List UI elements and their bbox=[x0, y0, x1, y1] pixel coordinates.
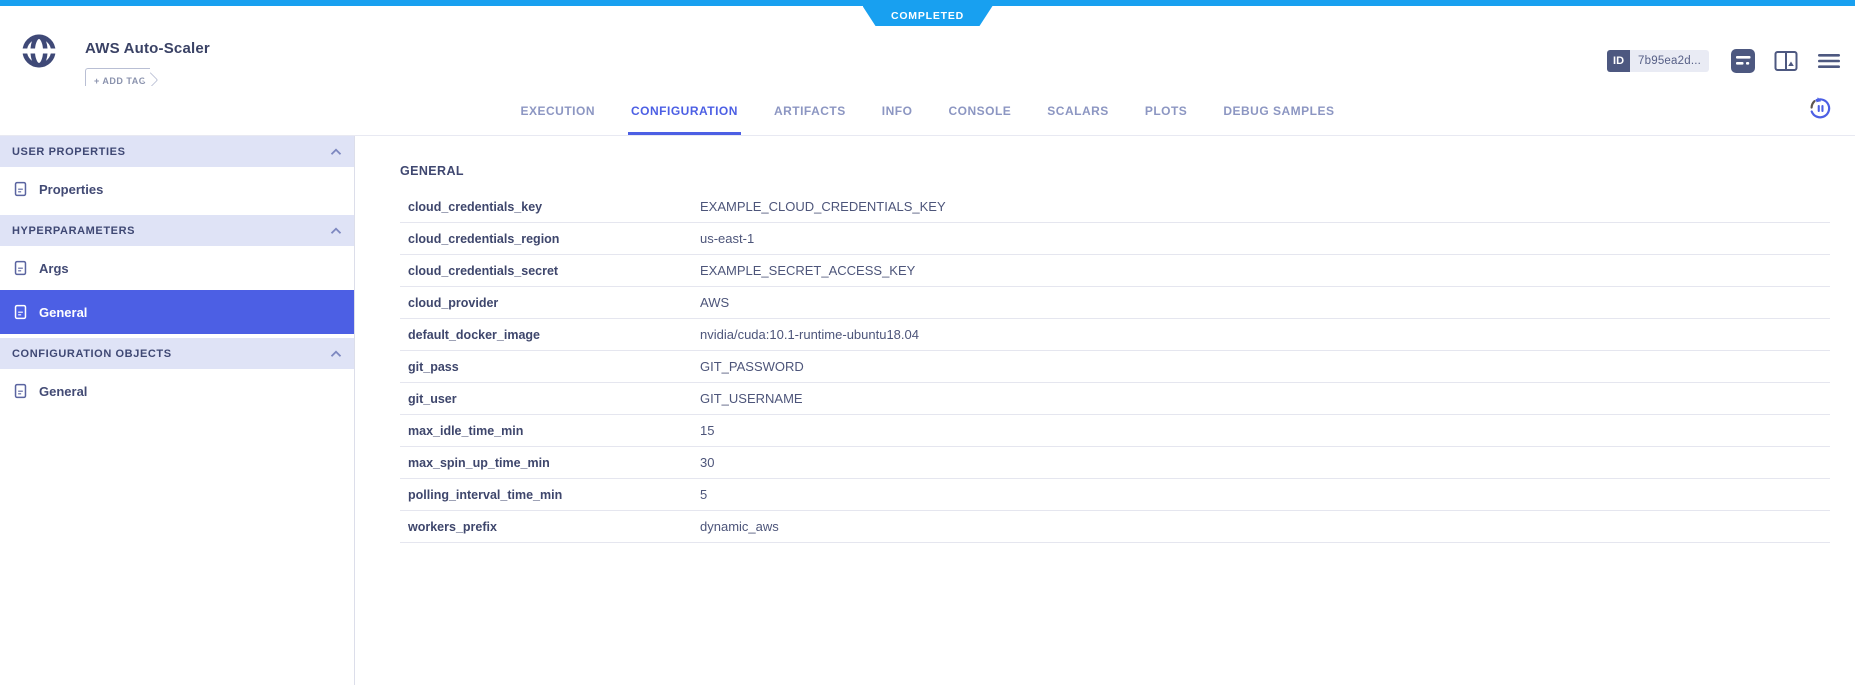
chevron-up-icon bbox=[330, 148, 342, 156]
param-key: cloud_credentials_secret bbox=[400, 264, 700, 278]
table-row: git_user GIT_USERNAME bbox=[400, 383, 1830, 415]
param-key: max_spin_up_time_min bbox=[400, 456, 700, 470]
status-bar: COMPLETED bbox=[0, 0, 1855, 6]
table-row: git_pass GIT_PASSWORD bbox=[400, 351, 1830, 383]
table-row: polling_interval_time_min 5 bbox=[400, 479, 1830, 511]
params-section-title: GENERAL bbox=[400, 164, 1830, 178]
param-key: git_pass bbox=[400, 360, 700, 374]
param-value: nvidia/cuda:10.1-runtime-ubuntu18.04 bbox=[700, 327, 919, 342]
param-value: 30 bbox=[700, 455, 714, 470]
param-value: us-east-1 bbox=[700, 231, 754, 246]
tab-scalars[interactable]: SCALARS bbox=[1044, 86, 1112, 135]
section-configuration-objects[interactable]: CONFIGURATION OBJECTS bbox=[0, 338, 354, 369]
param-key: cloud_credentials_key bbox=[400, 200, 700, 214]
sidebar-item-general-configobj[interactable]: General bbox=[0, 369, 354, 413]
table-row: cloud_credentials_region us-east-1 bbox=[400, 223, 1830, 255]
details-panel-icon[interactable] bbox=[1730, 48, 1756, 74]
sidebar-item-args[interactable]: Args bbox=[0, 246, 354, 290]
param-key: default_docker_image bbox=[400, 328, 700, 342]
hamburger-menu-icon[interactable] bbox=[1816, 48, 1842, 74]
tab-console[interactable]: CONSOLE bbox=[945, 86, 1014, 135]
add-tag-label: + ADD TAG bbox=[94, 76, 146, 86]
tab-info[interactable]: INFO bbox=[879, 86, 916, 135]
status-label: COMPLETED bbox=[891, 10, 964, 22]
experiment-tab-bar: EXECUTION CONFIGURATION ARTIFACTS INFO C… bbox=[0, 86, 1855, 136]
parameters-sidebar: USER PROPERTIES Properties HYPERPARAMETE… bbox=[0, 136, 355, 685]
experiment-title: AWS Auto-Scaler bbox=[85, 40, 210, 57]
param-value: 15 bbox=[700, 423, 714, 438]
section-hyperparameters[interactable]: HYPERPARAMETERS bbox=[0, 215, 354, 246]
param-key: git_user bbox=[400, 392, 700, 406]
tab-plots[interactable]: PLOTS bbox=[1142, 86, 1191, 135]
hyperparameters-panel: GENERAL cloud_credentials_key EXAMPLE_CL… bbox=[355, 136, 1855, 685]
param-key: max_idle_time_min bbox=[400, 424, 700, 438]
table-row: cloud_provider AWS bbox=[400, 287, 1830, 319]
param-value: AWS bbox=[700, 295, 729, 310]
param-key: cloud_provider bbox=[400, 296, 700, 310]
document-icon bbox=[13, 260, 28, 276]
param-value: GIT_USERNAME bbox=[700, 391, 803, 406]
param-value: 5 bbox=[700, 487, 707, 502]
params-table: cloud_credentials_key EXAMPLE_CLOUD_CRED… bbox=[400, 191, 1830, 543]
tab-configuration[interactable]: CONFIGURATION bbox=[628, 86, 741, 135]
param-key: polling_interval_time_min bbox=[400, 488, 700, 502]
document-icon bbox=[13, 304, 28, 320]
tab-execution[interactable]: EXECUTION bbox=[517, 86, 598, 135]
table-row: cloud_credentials_key EXAMPLE_CLOUD_CRED… bbox=[400, 191, 1830, 223]
table-row: cloud_credentials_secret EXAMPLE_SECRET_… bbox=[400, 255, 1830, 287]
auto-refresh-icon[interactable] bbox=[1808, 96, 1833, 126]
sidebar-item-properties[interactable]: Properties bbox=[0, 167, 354, 211]
globe-logo-icon bbox=[21, 33, 57, 69]
table-row: max_spin_up_time_min 30 bbox=[400, 447, 1830, 479]
table-row: workers_prefix dynamic_aws bbox=[400, 511, 1830, 543]
param-value: EXAMPLE_CLOUD_CREDENTIALS_KEY bbox=[700, 199, 946, 214]
param-value: dynamic_aws bbox=[700, 519, 779, 534]
param-key: cloud_credentials_region bbox=[400, 232, 700, 246]
status-ribbon: COMPLETED bbox=[863, 6, 993, 26]
tab-debug-samples[interactable]: DEBUG SAMPLES bbox=[1220, 86, 1337, 135]
experiment-id-chip[interactable]: ID 7b95ea2d... bbox=[1607, 50, 1709, 72]
sidebar-item-general-hyperparams[interactable]: General bbox=[0, 290, 354, 334]
table-row: max_idle_time_min 15 bbox=[400, 415, 1830, 447]
chevron-up-icon bbox=[330, 350, 342, 358]
param-value: EXAMPLE_SECRET_ACCESS_KEY bbox=[700, 263, 915, 278]
param-value: GIT_PASSWORD bbox=[700, 359, 804, 374]
document-icon bbox=[13, 181, 28, 197]
section-user-properties[interactable]: USER PROPERTIES bbox=[0, 136, 354, 167]
table-row: default_docker_image nvidia/cuda:10.1-ru… bbox=[400, 319, 1830, 351]
document-icon bbox=[13, 383, 28, 399]
id-badge: ID bbox=[1607, 50, 1630, 72]
tab-artifacts[interactable]: ARTIFACTS bbox=[771, 86, 849, 135]
compare-split-view-icon[interactable] bbox=[1773, 48, 1799, 74]
param-key: workers_prefix bbox=[400, 520, 700, 534]
chevron-up-icon bbox=[330, 227, 342, 235]
experiment-id-value: 7b95ea2d... bbox=[1630, 50, 1709, 72]
